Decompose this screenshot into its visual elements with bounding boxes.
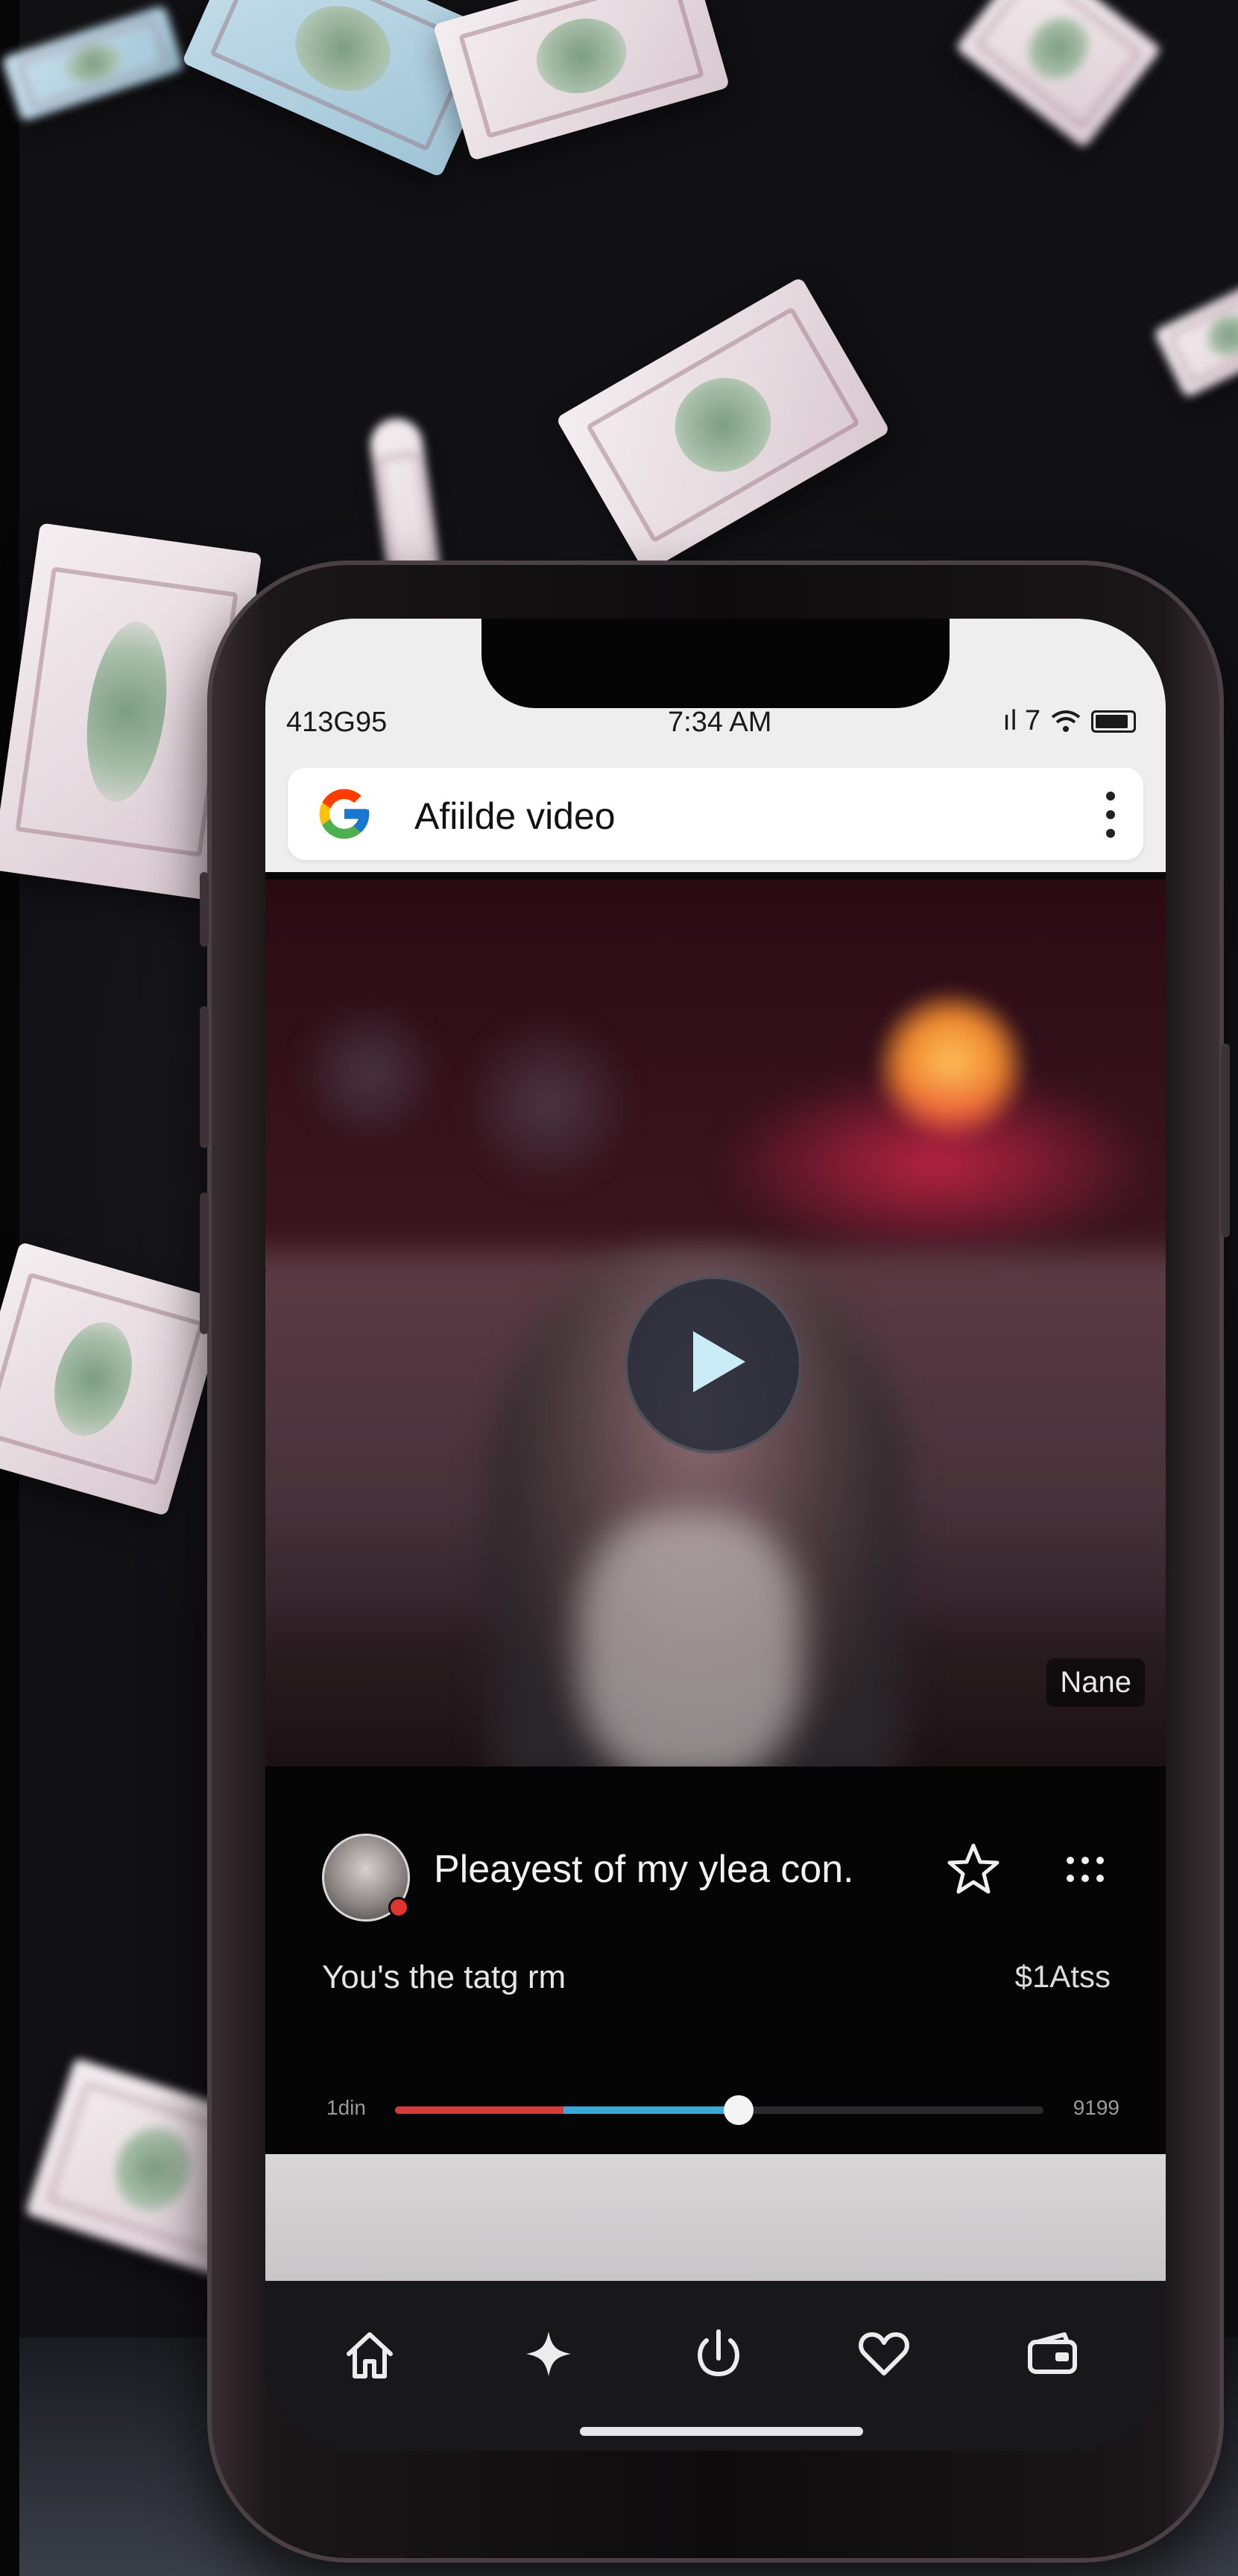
progress-played: [395, 2106, 564, 2114]
status-left-text: 413G95: [286, 707, 388, 738]
status-right-icons: ıl 7: [1002, 705, 1136, 737]
progress-buffered: [563, 2106, 739, 2114]
battery-icon: [1091, 710, 1136, 733]
content-panel: [265, 2154, 1166, 2281]
price-label: $1Atss: [1014, 1959, 1111, 1994]
wifi-icon: [1051, 710, 1081, 732]
heart-icon[interactable]: [854, 2324, 914, 2384]
bottom-nav: [265, 2281, 1166, 2451]
phone-side-button: [200, 872, 209, 947]
search-bar[interactable]: Afiilde video: [288, 768, 1143, 860]
home-icon[interactable]: [340, 2324, 399, 2384]
banknote: [0, 1241, 228, 1517]
total-time: 9199: [1073, 2096, 1119, 2119]
search-query[interactable]: Afiilde video: [414, 795, 616, 838]
phone-side-button: [1221, 1044, 1230, 1237]
play-button[interactable]: [625, 1276, 802, 1453]
kebab-menu-icon[interactable]: [1105, 789, 1117, 841]
video-player[interactable]: Nane: [265, 880, 1166, 1767]
live-indicator: [388, 1897, 409, 1918]
banknote: [555, 277, 891, 573]
bokeh-light: [713, 1066, 1160, 1260]
avatar[interactable]: [322, 1834, 410, 1922]
sparkle-icon[interactable]: [519, 2324, 578, 2384]
camera-notch: [481, 619, 950, 708]
banknote: [1, 4, 186, 122]
video-person-shirt: [578, 1513, 802, 1767]
video-info-panel: Pleayest of my ylea con. You's the tatg …: [265, 1767, 1166, 2184]
signal-text: ıl 7: [1002, 705, 1040, 736]
bokeh-light: [295, 999, 444, 1148]
bokeh-light: [459, 1014, 638, 1193]
power-icon[interactable]: [689, 2324, 748, 2384]
play-icon: [693, 1331, 745, 1392]
progress-slider[interactable]: [395, 2095, 1043, 2125]
status-time: 7:34 AM: [668, 707, 772, 738]
background-scene: 413G95 7:34 AM ıl 7 Afiilde video Nane P…: [0, 0, 1238, 2576]
video-title[interactable]: Pleayest of my ylea con.: [434, 1847, 854, 1892]
star-icon[interactable]: [944, 1840, 1003, 1899]
phone-side-button: [200, 1193, 209, 1334]
banknote: [1153, 272, 1238, 399]
elapsed-time: 1din: [326, 2096, 366, 2119]
google-g-icon: [319, 789, 370, 839]
video-badge: Nane: [1046, 1658, 1145, 1707]
wallet-icon[interactable]: [1023, 2324, 1082, 2384]
grid-menu-icon[interactable]: [1064, 1853, 1106, 1887]
phone-screen: 413G95 7:34 AM ıl 7 Afiilde video Nane P…: [265, 619, 1166, 2451]
banknote: [432, 0, 730, 161]
home-indicator[interactable]: [580, 2427, 863, 2436]
video-subtitle: You's the tatg rm: [322, 1959, 566, 1995]
status-bar: 413G95 7:34 AM ıl 7: [265, 705, 1166, 751]
phone-side-button: [200, 1006, 209, 1148]
banknote: [954, 0, 1163, 149]
progress-thumb[interactable]: [724, 2095, 754, 2125]
